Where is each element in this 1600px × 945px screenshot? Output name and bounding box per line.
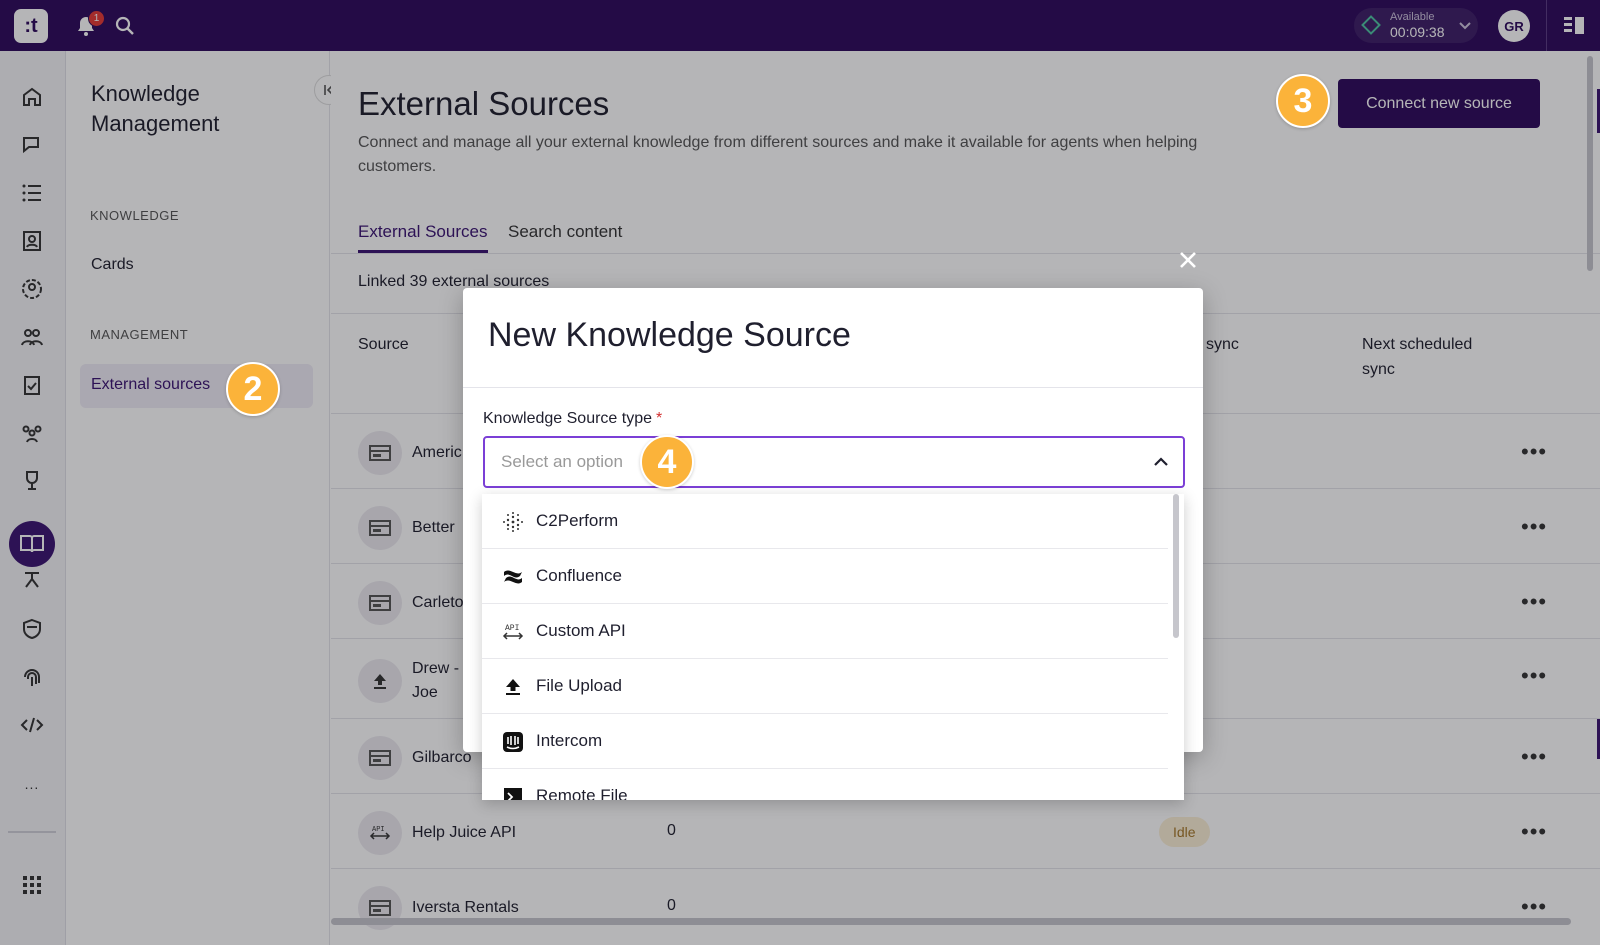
source-type-select[interactable]: Select an option <box>483 436 1185 488</box>
modal-divider <box>463 387 1203 388</box>
option-confluence[interactable]: Confluence <box>482 549 1168 604</box>
option-label: File Upload <box>536 676 622 695</box>
api-icon: API <box>502 621 524 643</box>
option-label: C2Perform <box>536 511 619 530</box>
step-callout-3: 3 <box>1276 74 1330 128</box>
svg-text:API: API <box>505 624 519 633</box>
option-label: Confluence <box>536 566 623 585</box>
option-label: Custom API <box>536 621 626 640</box>
option-label: Remote File <box>536 786 628 800</box>
confluence-icon <box>502 566 524 588</box>
option-remote-file[interactable]: Remote File <box>482 769 1168 800</box>
option-custom-api[interactable]: API Custom API <box>482 604 1168 659</box>
c2perform-icon <box>502 511 524 533</box>
chevron-up-icon <box>1153 454 1169 475</box>
remote-file-icon <box>502 786 524 800</box>
option-intercom[interactable]: Intercom <box>482 714 1168 769</box>
option-file-upload[interactable]: File Upload <box>482 659 1168 714</box>
modal-title: New Knowledge Source <box>488 316 851 354</box>
source-type-dropdown: C2Perform Confluence API Custom API File… <box>482 494 1184 800</box>
step-callout-4: 4 <box>640 435 694 489</box>
intercom-icon <box>502 731 524 753</box>
upload-icon <box>502 676 524 698</box>
close-icon[interactable] <box>1176 248 1200 277</box>
field-label-source-type: Knowledge Source type * <box>483 410 663 427</box>
step-callout-2: 2 <box>226 362 280 416</box>
select-placeholder: Select an option <box>501 452 623 471</box>
option-label: Intercom <box>536 731 603 750</box>
dropdown-scrollbar[interactable] <box>1173 494 1179 638</box>
required-mark: * <box>656 410 663 427</box>
option-c2perform[interactable]: C2Perform <box>482 494 1168 549</box>
